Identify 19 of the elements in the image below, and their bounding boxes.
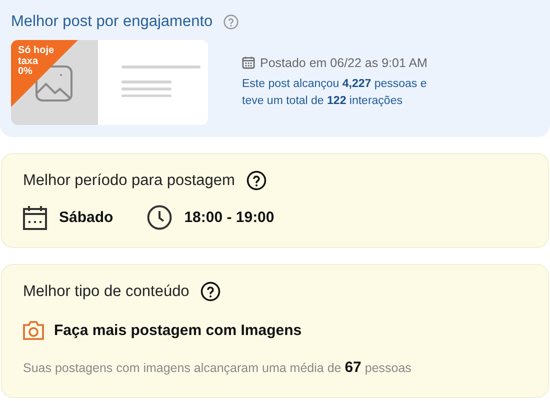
content-tip: Faça mais postagem com Imagens <box>54 322 302 339</box>
best-day: Sábado <box>59 209 114 226</box>
posted-date: Postado em 06/22 as 9:01 AM <box>260 56 428 70</box>
section-title: Melhor post por engajamento <box>11 13 213 31</box>
text-lines-icon <box>121 65 201 97</box>
help-icon[interactable] <box>200 281 222 302</box>
post-summary: Este post alcançou 4,227 pessoas e teve um total de 122 interações <box>242 76 428 108</box>
best-time: 18:00 - 19:00 <box>184 209 274 226</box>
promo-text: Só hoje taxa 0% <box>18 46 54 78</box>
section-title: Melhor período para postagem <box>23 172 235 190</box>
calendar-icon <box>23 206 47 230</box>
post-preview[interactable]: Só hoje taxa 0% <box>11 40 208 125</box>
section-title: Melhor tipo de conteúdo <box>23 282 190 300</box>
help-icon[interactable] <box>246 170 267 191</box>
promo-ribbon <box>11 40 78 107</box>
camera-icon <box>23 321 44 340</box>
clock-icon <box>147 205 172 230</box>
content-summary: Suas postagens com imagens alcançaram uma média de 67 pessoas <box>23 359 412 376</box>
calendar-icon <box>242 56 255 69</box>
